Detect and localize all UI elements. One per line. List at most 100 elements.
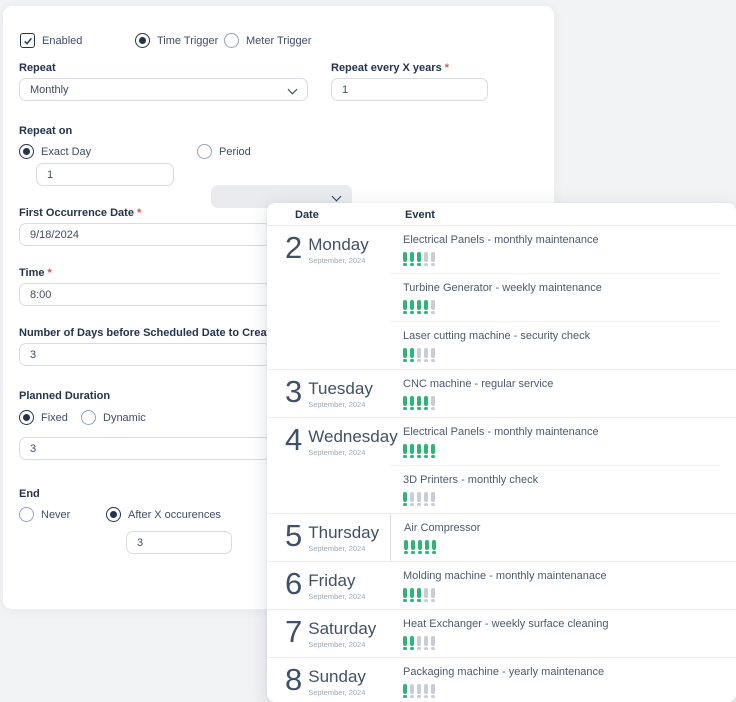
day-subtitle: September, 2024 xyxy=(308,544,379,553)
progress-bars xyxy=(403,444,720,458)
event-item[interactable]: 3D Printers - monthly check xyxy=(390,465,720,513)
day-row: 3TuesdaySeptember, 2024CNC machine - reg… xyxy=(267,369,736,417)
dynamic-label: Dynamic xyxy=(103,412,146,424)
progress-bar-segment xyxy=(410,396,414,410)
end-label: End xyxy=(19,488,40,500)
period-radio[interactable] xyxy=(197,144,212,159)
period-option[interactable]: Period xyxy=(197,144,251,159)
meter-trigger-option[interactable]: Meter Trigger xyxy=(224,33,311,48)
end-occurences-input[interactable] xyxy=(126,531,232,554)
calendar-rows: 2MondaySeptember, 2024Electrical Panels … xyxy=(267,226,736,702)
progress-bar-segment xyxy=(417,300,421,314)
progress-bar-segment xyxy=(410,444,414,458)
progress-bar-segment xyxy=(431,348,435,362)
meter-trigger-radio[interactable] xyxy=(224,33,239,48)
event-item[interactable]: Packaging machine - yearly maintenance xyxy=(390,658,720,702)
time-label: Time* xyxy=(19,267,52,279)
day-name: Wednesday xyxy=(308,428,397,446)
check-icon xyxy=(23,36,33,46)
events-column: Electrical Panels - monthly maintenance3… xyxy=(390,418,736,513)
time-trigger-option[interactable]: Time Trigger xyxy=(135,33,218,48)
never-radio[interactable] xyxy=(19,507,34,522)
dynamic-option[interactable]: Dynamic xyxy=(81,410,146,425)
planned-duration-label: Planned Duration xyxy=(19,390,110,402)
required-marker: * xyxy=(137,207,141,219)
event-item[interactable]: Molding machine - monthly maintenanace xyxy=(390,562,720,609)
progress-bars xyxy=(403,252,720,266)
event-title: Packaging machine - yearly maintenance xyxy=(403,666,720,679)
progress-bar-segment xyxy=(431,588,435,602)
days-before-wo-input[interactable] xyxy=(19,343,271,366)
fixed-option[interactable]: Fixed xyxy=(19,410,68,425)
progress-bar-segment xyxy=(417,588,421,602)
day-number: 6 xyxy=(285,570,302,598)
after-x-occurences-option[interactable]: After X occurences xyxy=(106,507,221,522)
progress-bar-segment xyxy=(424,396,428,410)
time-input[interactable] xyxy=(19,283,271,306)
event-item[interactable]: Electrical Panels - monthly maintenance xyxy=(390,226,720,273)
enabled-checkbox[interactable] xyxy=(20,33,35,48)
day-subtitle: September, 2024 xyxy=(308,400,373,409)
event-item[interactable]: Air Compressor xyxy=(391,514,720,561)
progress-bar-segment xyxy=(410,588,414,602)
progress-bar-segment xyxy=(417,684,421,698)
progress-bar-segment xyxy=(404,540,408,554)
after-x-occurences-label: After X occurences xyxy=(128,509,221,521)
time-trigger-radio[interactable] xyxy=(135,33,150,48)
never-option[interactable]: Never xyxy=(19,507,70,522)
progress-bar-segment xyxy=(410,348,414,362)
progress-bar-segment xyxy=(417,636,421,650)
date-cell: 8SundaySeptember, 2024 xyxy=(267,658,390,702)
day-name: Friday xyxy=(308,572,365,590)
calendar-header: Date Event xyxy=(267,203,736,226)
dynamic-radio[interactable] xyxy=(81,410,96,425)
after-x-occurences-radio[interactable] xyxy=(106,507,121,522)
events-column: Heat Exchanger - weekly surface cleaning xyxy=(390,610,736,657)
enabled-checkbox-group: Enabled xyxy=(20,33,82,48)
event-item[interactable]: Heat Exchanger - weekly surface cleaning xyxy=(390,610,720,657)
schedule-preview-panel: Date Event 2MondaySeptember, 2024Electri… xyxy=(267,203,736,702)
planned-duration-input[interactable] xyxy=(19,437,271,460)
progress-bar-segment xyxy=(403,252,407,266)
day-subtitle: September, 2024 xyxy=(308,592,365,601)
date-cell: 7SaturdaySeptember, 2024 xyxy=(267,610,390,657)
fixed-label: Fixed xyxy=(41,412,68,424)
progress-bar-segment xyxy=(424,300,428,314)
event-item[interactable]: Electrical Panels - monthly maintenance xyxy=(390,418,720,465)
exact-day-radio[interactable] xyxy=(19,144,34,159)
progress-bar-segment xyxy=(410,684,414,698)
progress-bar-segment xyxy=(403,348,407,362)
progress-bar-segment xyxy=(417,252,421,266)
progress-bar-segment xyxy=(424,588,428,602)
day-row: 5ThursdaySeptember, 2024Air Compressor xyxy=(267,513,736,561)
event-item[interactable]: CNC machine - regular service xyxy=(390,370,720,417)
event-item[interactable]: Laser cutting machine - security check xyxy=(390,321,720,369)
repeat-select-value: Monthly xyxy=(30,84,69,96)
progress-bars xyxy=(403,348,720,362)
progress-bar-segment xyxy=(424,444,428,458)
repeat-select[interactable]: Monthly xyxy=(19,78,308,101)
progress-bar-segment xyxy=(410,492,414,506)
exact-day-option[interactable]: Exact Day xyxy=(19,144,91,159)
day-number: 2 xyxy=(285,234,302,262)
date-cell: 3TuesdaySeptember, 2024 xyxy=(267,370,390,417)
events-column: Packaging machine - yearly maintenance xyxy=(390,658,736,702)
repeat-every-input[interactable] xyxy=(331,78,488,101)
chevron-down-icon xyxy=(288,85,298,95)
event-title: Molding machine - monthly maintenanace xyxy=(403,570,720,583)
day-row: 8SundaySeptember, 2024 Packaging machine … xyxy=(267,657,736,702)
period-label: Period xyxy=(219,146,251,158)
day-subtitle: September, 2024 xyxy=(308,448,397,457)
progress-bar-segment xyxy=(432,540,436,554)
day-subtitle: September, 2024 xyxy=(308,640,376,649)
progress-bars xyxy=(403,588,720,602)
first-occurrence-input[interactable] xyxy=(19,223,271,246)
progress-bars xyxy=(403,492,720,506)
days-before-wo-label: Number of Days before Scheduled Date to … xyxy=(19,327,306,339)
date-cell: 2MondaySeptember, 2024 xyxy=(267,226,390,369)
fixed-radio[interactable] xyxy=(19,410,34,425)
exact-day-input[interactable] xyxy=(36,163,174,186)
event-item[interactable]: Turbine Generator - weekly maintenance xyxy=(390,273,720,321)
meter-trigger-label: Meter Trigger xyxy=(246,35,311,47)
progress-bar-segment xyxy=(403,396,407,410)
